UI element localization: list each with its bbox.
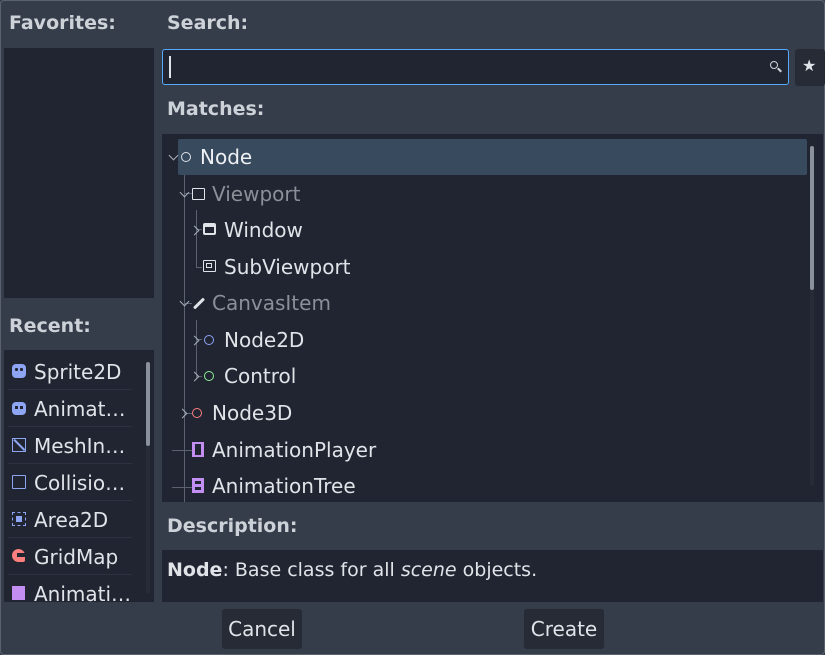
tree-item-node2d[interactable]: Node2D [189,322,602,358]
recent-item-label: Collisio… [34,471,126,495]
recent-scrollbar[interactable] [146,362,150,594]
create-button[interactable]: Create [524,609,604,649]
recent-scrollbar-thumb[interactable] [146,362,150,446]
favorite-toggle-button[interactable]: ★ [795,49,825,86]
subviewport-icon [203,260,216,272]
favorites-label: Favorites: [9,12,116,34]
recent-item-label: MeshIn… [34,434,126,458]
window-icon [203,223,216,235]
tree-item-node[interactable]: Node [168,139,807,175]
search-input[interactable] [167,54,751,80]
tree-item-animationtree[interactable]: AnimationTree [190,468,590,502]
mesh-instance-icon [12,438,26,452]
search-icon [770,61,782,73]
matches-label: Matches: [167,98,265,120]
node3d-circle-icon [192,408,202,418]
expand-chevron-icon[interactable] [177,408,188,419]
tree-item-subviewport[interactable]: SubViewport [202,249,602,285]
description-panel: Node: Base class for all scene objects. [162,550,823,602]
description-label: Description: [167,515,298,537]
expand-chevron-icon[interactable] [189,335,200,346]
tree-item-label: AnimationTree [212,474,356,498]
cancel-button[interactable]: Cancel [222,609,302,649]
recent-item-label: Animati… [34,582,132,602]
description-suffix: objects. [456,559,538,581]
recent-item-gridmap[interactable]: GridMap [8,539,132,575]
viewport-icon [192,188,205,200]
tree-item-node3d[interactable]: Node3D [177,395,590,431]
description-text: Node: Base class for all scene objects. [167,559,537,581]
animated-sprite-icon [12,402,26,415]
recent-item-label: Area2D [34,508,109,532]
tree-item-label: Node3D [212,401,293,425]
search-label: Search: [167,12,249,34]
control-circle-icon [204,371,214,381]
recent-item-label: Animat… [34,397,126,421]
recent-item-sprite2d[interactable]: Sprite2D [8,354,132,390]
node-circle-icon [181,152,191,162]
recent-item-animatedsprite[interactable]: Animat… [8,391,132,427]
tree-item-label: SubViewport [224,255,351,279]
matches-scrollbar[interactable] [810,146,814,486]
recent-item-area2d[interactable]: Area2D [8,502,132,538]
tree-item-label: AnimationPlayer [212,438,377,462]
animation-icon [12,586,25,600]
node2d-circle-icon [204,335,214,345]
tree-item-animationplayer[interactable]: AnimationPlayer [190,432,590,468]
expand-chevron-icon[interactable] [189,371,200,382]
area2d-icon [12,512,26,526]
matches-scrollbar-thumb[interactable] [810,146,814,290]
tree-item-viewport[interactable]: Viewport [179,176,590,212]
collapse-chevron-icon[interactable] [179,187,190,198]
description-emphasis: scene [400,559,457,581]
recent-item-label: Sprite2D [34,360,122,384]
text-cursor [169,56,171,78]
star-icon: ★ [802,56,817,75]
tree-item-label: Node2D [224,328,305,352]
pencil-icon [192,297,206,310]
expand-chevron-icon[interactable] [189,225,200,236]
recent-list[interactable]: Sprite2D Animat… MeshIn… Collisio… Area2… [4,350,154,602]
tree-item-label: Control [224,364,297,388]
recent-item-label: GridMap [34,545,119,569]
search-input-box[interactable] [162,49,789,85]
tree-item-window[interactable]: Window [189,212,602,248]
description-prefix: : Base class for all [222,559,401,581]
recent-label: Recent: [9,315,91,337]
collision-shape-icon [12,475,26,489]
film-icon [192,442,204,457]
tree-item-label: Node [200,145,253,169]
description-class-name: Node [167,559,223,581]
recent-item-animation[interactable]: Animati… [8,576,132,602]
matches-tree[interactable]: Node Viewport Window SubViewport CanvasI… [162,134,823,502]
collapse-chevron-icon[interactable] [168,150,179,161]
recent-item-meshinstance[interactable]: MeshIn… [8,428,132,464]
sprite-icon [12,364,26,378]
tree-item-label: CanvasItem [212,291,331,315]
tree-item-label: Window [224,218,303,242]
tree-item-label: Viewport [212,182,301,206]
film-tree-icon [192,478,204,493]
collapse-chevron-icon[interactable] [179,296,190,307]
gridmap-icon [12,549,25,562]
tree-item-canvasitem[interactable]: CanvasItem [179,285,590,321]
recent-item-collisionshape[interactable]: Collisio… [8,465,132,501]
favorites-list[interactable] [4,48,154,298]
tree-item-control[interactable]: Control [189,358,602,394]
